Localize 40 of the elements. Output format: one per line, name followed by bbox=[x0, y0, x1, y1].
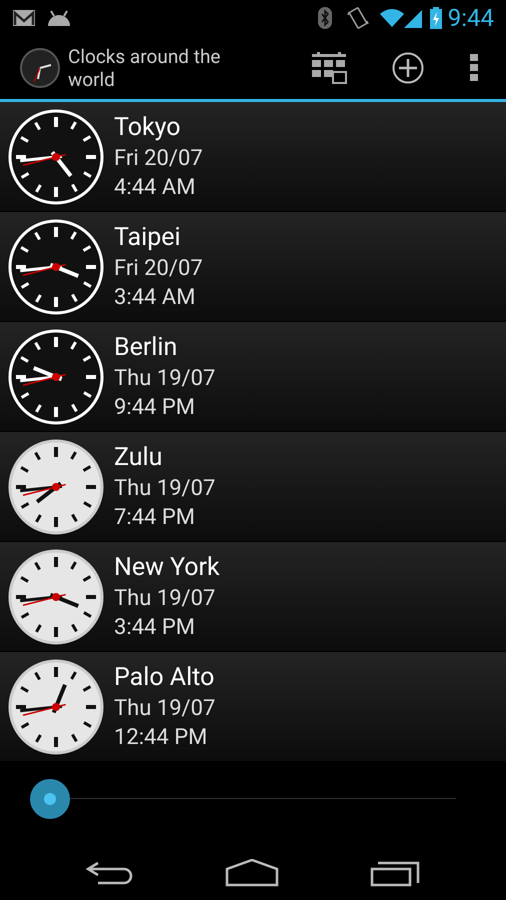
android-icon bbox=[46, 9, 72, 27]
home-icon[interactable] bbox=[224, 859, 279, 887]
time-text: 12:44 PM bbox=[114, 724, 208, 752]
back-icon[interactable] bbox=[86, 859, 134, 887]
city-row[interactable]: Taipei Fri 20/07 3:44 AM bbox=[0, 212, 506, 322]
date-text: Fri 20/07 bbox=[114, 254, 203, 282]
city-name: Tokyo bbox=[114, 112, 182, 144]
time-text: 3:44 PM bbox=[114, 614, 196, 642]
app-clock-icon[interactable] bbox=[20, 48, 60, 88]
date-text: Thu 19/07 bbox=[114, 584, 216, 612]
city-name: Palo Alto bbox=[114, 662, 216, 694]
battery-icon bbox=[430, 7, 442, 29]
city-row[interactable]: New York Thu 19/07 3:44 PM bbox=[0, 542, 506, 652]
bluetooth-icon bbox=[318, 7, 332, 29]
date-text: Thu 19/07 bbox=[114, 474, 216, 502]
status-time: 9:44 bbox=[448, 3, 494, 34]
date-text: Fri 20/07 bbox=[114, 144, 203, 172]
city-row[interactable]: Tokyo Fri 20/07 4:44 AM bbox=[0, 102, 506, 212]
time-text: 7:44 PM bbox=[114, 504, 196, 532]
recent-apps-icon[interactable] bbox=[370, 859, 420, 887]
city-name: New York bbox=[114, 552, 220, 584]
time-text: 3:44 AM bbox=[114, 284, 196, 312]
mail-icon bbox=[12, 9, 36, 27]
wifi-icon bbox=[380, 8, 404, 28]
date-text: Thu 19/07 bbox=[114, 364, 216, 392]
city-name: Zulu bbox=[114, 442, 164, 474]
city-row[interactable]: Zulu Thu 19/07 7:44 PM bbox=[0, 432, 506, 542]
app-title: Clocks around the world bbox=[68, 44, 222, 90]
calendar-icon[interactable] bbox=[312, 52, 348, 84]
signal-icon bbox=[404, 8, 422, 28]
time-text: 9:44 PM bbox=[114, 394, 196, 422]
vibrate-icon bbox=[346, 6, 370, 30]
city-row[interactable]: Berlin Thu 19/07 9:44 PM bbox=[0, 322, 506, 432]
city-name: Berlin bbox=[114, 332, 178, 364]
add-icon[interactable] bbox=[392, 52, 424, 84]
time-text: 4:44 AM bbox=[114, 174, 196, 202]
date-text: Thu 19/07 bbox=[114, 694, 216, 722]
overflow-menu-icon[interactable] bbox=[470, 54, 478, 82]
city-row[interactable]: Palo Alto Thu 19/07 12:44 PM bbox=[0, 652, 506, 762]
city-name: Taipei bbox=[114, 222, 182, 254]
